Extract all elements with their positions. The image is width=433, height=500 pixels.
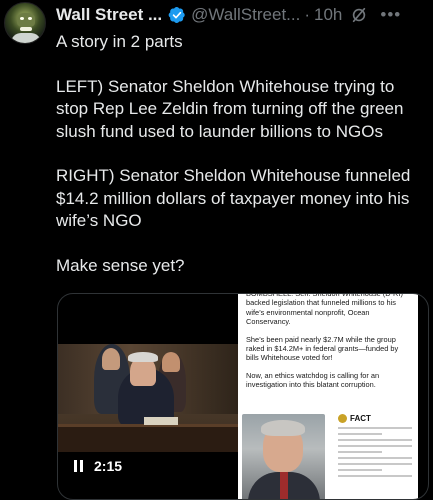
post-paragraph: Make sense yet? (56, 255, 185, 275)
portrait-tie (280, 472, 288, 499)
pause-icon[interactable] (74, 460, 83, 472)
post-text: A story in 2 parts LEFT) Senator Sheldon… (56, 31, 426, 277)
avatar-face (17, 13, 35, 27)
doc-paragraph: She’s been paid nearly $2.7M while the g… (246, 334, 399, 363)
document-screenshot: BOMBSHELL: Sen. Sheldon Whitehouse (D-RI… (238, 294, 418, 499)
doc-paragraph: BOMBSHELL: Sen. Sheldon Whitehouse (D-RI… (246, 294, 403, 327)
hearing-desk (58, 424, 238, 452)
post-paragraph: LEFT) Senator Sheldon Whitehouse trying … (56, 76, 404, 141)
more-options-icon[interactable]: ••• (380, 5, 401, 25)
grok-icon[interactable] (350, 6, 368, 24)
letter-text-line (338, 445, 412, 448)
avatar-mouth (20, 27, 32, 31)
avatar-eye (20, 17, 24, 20)
background-person-face (162, 352, 180, 372)
separator-dot: · (304, 5, 311, 24)
letter-text-line (338, 469, 383, 472)
fact-label: FACT (350, 414, 371, 423)
letter-text-line (338, 433, 383, 436)
fact-heading: FACT (338, 414, 412, 424)
author-name[interactable]: Wall Street ... (56, 5, 162, 25)
video-controls: 2:15 (74, 458, 122, 474)
fact-letter: FACT (338, 414, 412, 499)
hearing-video-frame (58, 344, 238, 452)
letter-text-line (338, 463, 412, 466)
fact-seal-icon (338, 414, 347, 424)
avatar-shirt (11, 33, 41, 43)
senator-hair (128, 352, 158, 362)
letter-text-line (338, 439, 412, 442)
avatar-eye (28, 17, 32, 20)
post-header: Wall Street ... @WallStreet... · 10h ••• (56, 4, 423, 26)
post-paragraph: A story in 2 parts (56, 32, 183, 51)
video-time: 2:15 (94, 458, 123, 474)
letter-text-line (338, 427, 412, 430)
letter-text-line (338, 475, 412, 478)
post-paragraph: RIGHT) Senator Sheldon Whitehouse funnel… (56, 166, 411, 230)
author-avatar[interactable] (4, 2, 46, 44)
author-handle[interactable]: @WallStreet... (191, 5, 300, 25)
name-plate (144, 417, 178, 425)
post-time[interactable]: 10h (314, 5, 342, 25)
attached-video[interactable]: BOMBSHELL: Sen. Sheldon Whitehouse (D-RI… (57, 293, 429, 500)
doc-paragraph: Now, an ethics watchdog is calling for a… (246, 370, 380, 390)
portrait-photo (242, 414, 325, 499)
background-person-face (102, 348, 120, 370)
letter-text-line (338, 457, 412, 460)
verified-badge-icon[interactable] (168, 6, 186, 24)
letter-text-line (338, 451, 383, 454)
portrait-hair (261, 420, 305, 436)
